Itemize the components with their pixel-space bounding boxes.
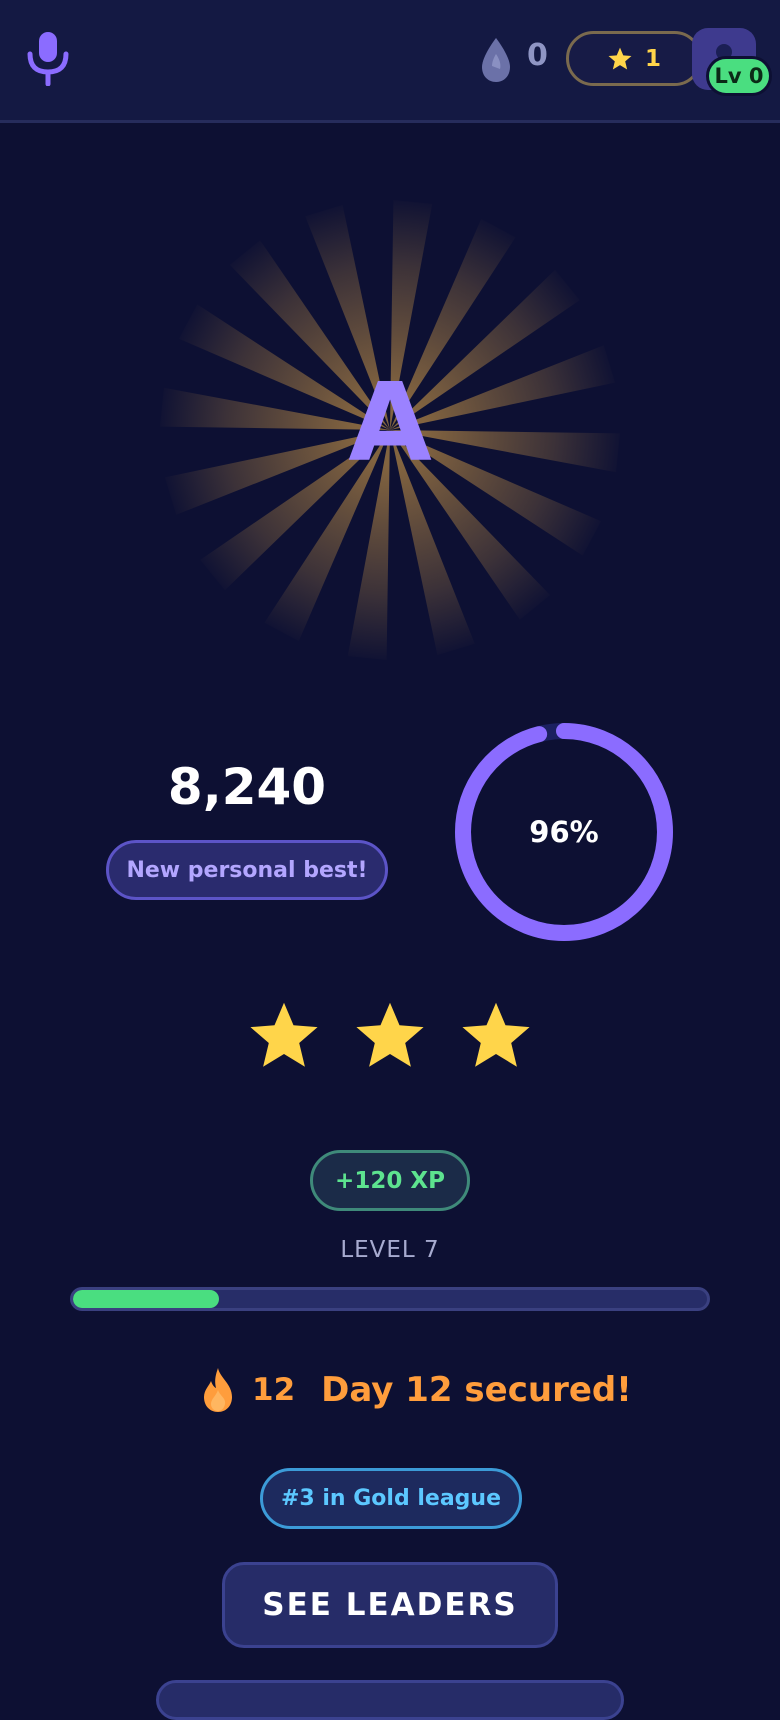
stars-row <box>245 998 535 1078</box>
top-bar: 0 1 Lv 0 <box>0 0 780 123</box>
flame-icon <box>204 1368 232 1412</box>
league-rank-badge: #3 in Gold league <box>260 1468 522 1529</box>
streak-row: 12 Day 12 secured! <box>198 1362 632 1418</box>
score-value: 8,240 <box>167 758 327 816</box>
level-progress-fill <box>73 1290 219 1308</box>
xp-gain-badge: +120 XP <box>310 1150 470 1211</box>
level-progress-bar <box>70 1287 710 1311</box>
rating-star-icon <box>351 998 429 1078</box>
stars-count: 1 <box>644 45 661 72</box>
next-button[interactable] <box>156 1680 624 1720</box>
microphone-icon[interactable] <box>24 30 72 86</box>
star-icon <box>608 47 632 70</box>
drop-icon <box>482 38 510 82</box>
rating-star-icon <box>457 998 535 1078</box>
level-label: LEVEL 7 <box>340 1237 440 1263</box>
see-leaders-button[interactable]: SEE LEADERS <box>222 1562 558 1648</box>
accuracy-label: 96% <box>529 815 599 849</box>
rating-star-icon <box>245 998 323 1078</box>
level-badge: Lv 0 <box>706 56 772 96</box>
stars-counter[interactable]: 1 <box>566 31 702 86</box>
personal-best-badge: New personal best! <box>106 840 388 900</box>
grade-letter: A <box>348 361 432 486</box>
drop-count: 0 <box>527 38 548 73</box>
streak-count: 12 <box>252 1372 296 1408</box>
streak-message: Day 12 secured! <box>321 1370 632 1410</box>
